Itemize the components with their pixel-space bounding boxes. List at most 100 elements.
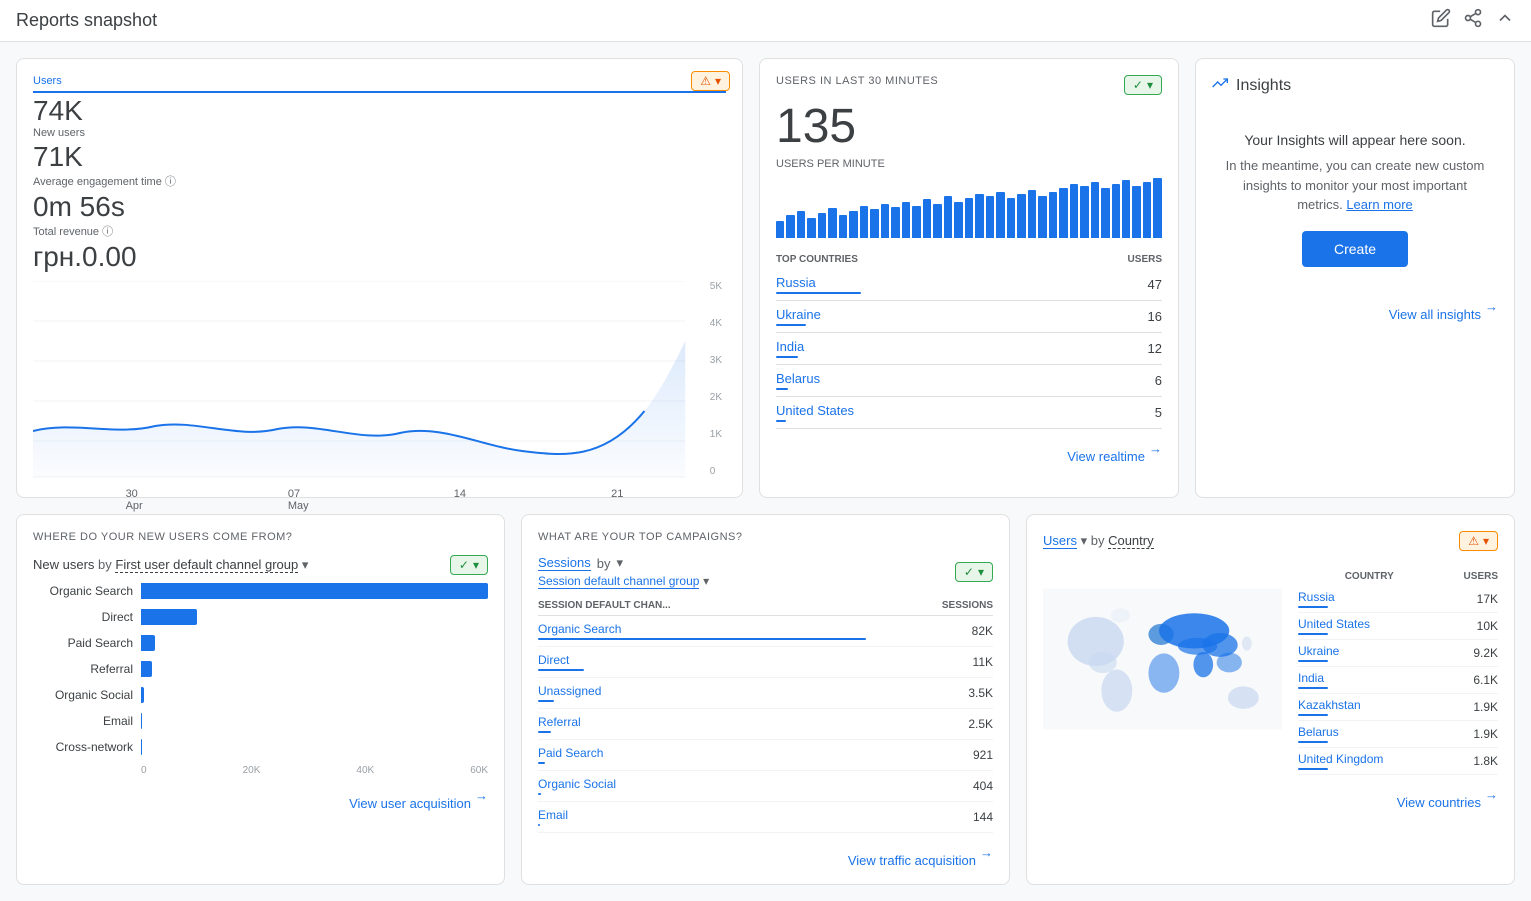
map-warning-icon: ⚠ [1468, 534, 1479, 548]
table-row: United States 5 [776, 397, 1162, 429]
new-users-metric: New users 71K [33, 127, 726, 173]
mini-bar [944, 196, 952, 238]
table-row: India 12 [776, 333, 1162, 365]
bar-track [141, 609, 488, 625]
create-button[interactable]: Create [1302, 231, 1408, 267]
mini-bar [1049, 192, 1057, 238]
dropdown-arrow[interactable]: ▾ [715, 74, 721, 88]
realtime-users-count: 135 [776, 99, 1162, 154]
check-icon-3: ✓ [964, 565, 974, 579]
channel-group-link-2[interactable]: Session default channel group [538, 574, 699, 589]
view-all-insights-link[interactable]: View all insights [1389, 307, 1481, 322]
new-users-arrow: → [475, 788, 488, 811]
edit-icon[interactable] [1431, 8, 1451, 33]
bar-fill [141, 635, 155, 651]
horizontal-bar-chart: Organic Search Direct Paid Search Referr… [33, 583, 488, 755]
country-name[interactable]: India [776, 333, 1051, 365]
table-row: Belarus 6 [776, 365, 1162, 397]
users-dropdown[interactable]: ▾ [1081, 533, 1088, 548]
table-row: Russia 47 [776, 269, 1162, 301]
revenue-info-icon[interactable]: ⓘ [102, 226, 113, 238]
channel-dropdown-icon[interactable]: ▾ [302, 557, 309, 572]
channel-dropdown-2[interactable]: ▾ [703, 574, 709, 588]
realtime-card-footer: View realtime → [776, 441, 1162, 464]
share-icon[interactable] [1463, 8, 1483, 33]
avg-engagement-value: 0m 56s [33, 191, 726, 223]
country-value: 16 [1051, 301, 1162, 333]
mini-bar [807, 218, 815, 238]
map-country-value: 9.2K [1441, 640, 1499, 667]
map-country-name[interactable]: Belarus [1298, 721, 1441, 748]
map-country-name[interactable]: Russia [1298, 586, 1441, 613]
map-country-name[interactable]: Kazakhstan [1298, 694, 1441, 721]
sessions-dropdown[interactable]: ▾ [616, 555, 623, 571]
table-row: United Kingdom 1.8K [1298, 748, 1498, 775]
channel-name[interactable]: Referral [538, 709, 866, 740]
world-map-svg [1043, 559, 1282, 759]
campaigns-dropdown[interactable]: ▾ [978, 565, 984, 579]
view-realtime-link[interactable]: View realtime [1067, 449, 1145, 464]
view-user-acquisition-link[interactable]: View user acquisition [349, 796, 471, 811]
campaigns-check-badge: ✓ ▾ [955, 562, 993, 582]
axis-0: 0 [141, 765, 147, 776]
top-row: Users 74K New users 71K Average engageme… [16, 58, 1515, 498]
mini-bar [797, 211, 805, 238]
map-country-name[interactable]: United Kingdom [1298, 748, 1441, 775]
channel-name[interactable]: Paid Search [538, 740, 866, 771]
map-country-header: COUNTRY [1298, 567, 1441, 586]
map-users-header: USERS [1441, 567, 1499, 586]
check-icon: ✓ [1133, 78, 1143, 92]
mini-bar [860, 206, 868, 239]
h-bar-row: Organic Social [33, 687, 488, 703]
map-country-name[interactable]: Ukraine [1298, 640, 1441, 667]
view-traffic-acquisition-link[interactable]: View traffic acquisition [848, 853, 976, 868]
warning-badge: ⚠ ▾ [691, 71, 730, 91]
new-users-label[interactable]: New users [33, 127, 726, 139]
h-bar-row: Email [33, 713, 488, 729]
channel-group-link[interactable]: First user default channel group [115, 557, 298, 573]
list-item: Unassigned 3.5K [538, 678, 993, 709]
page-header: Reports snapshot [0, 0, 1531, 42]
map-country-name[interactable]: India [1298, 667, 1441, 694]
bar-axis: 0 20K 40K 60K [141, 765, 488, 776]
bar-track [141, 739, 488, 755]
mini-bar [839, 215, 847, 238]
country-name[interactable]: Russia [776, 269, 1051, 301]
users-link[interactable]: Users [1043, 533, 1077, 549]
view-countries-link[interactable]: View countries [1397, 795, 1481, 810]
bar-fill [141, 687, 144, 703]
map-country-name[interactable]: United States [1298, 613, 1441, 640]
info-icon[interactable]: ⓘ [165, 176, 176, 188]
learn-more-link[interactable]: Learn more [1346, 197, 1412, 212]
mini-bar [933, 204, 941, 238]
h-bar-row: Organic Search [33, 583, 488, 599]
country-link[interactable]: Country [1108, 533, 1154, 549]
channel-name[interactable]: Unassigned [538, 678, 866, 709]
mini-bar [776, 221, 784, 238]
line-chart-svg [33, 281, 726, 481]
mini-bar [881, 204, 889, 238]
channel-name[interactable]: Email [538, 802, 866, 833]
users-label[interactable]: Users [33, 75, 726, 93]
map-dropdown[interactable]: ▾ [1483, 534, 1489, 548]
more-icon[interactable] [1495, 8, 1515, 33]
mini-bar [891, 207, 899, 238]
mini-bar [849, 211, 857, 238]
mini-bar [870, 209, 878, 238]
country-name[interactable]: United States [776, 397, 1051, 429]
new-users-dropdown[interactable]: ▾ [473, 558, 479, 572]
bar-fill [141, 583, 488, 599]
country-name[interactable]: Ukraine [776, 301, 1051, 333]
channel-name[interactable]: Organic Search [538, 616, 866, 647]
list-item: Direct 11K [538, 647, 993, 678]
realtime-dropdown[interactable]: ▾ [1147, 78, 1153, 92]
channel-name[interactable]: Organic Social [538, 771, 866, 802]
channel-name[interactable]: Direct [538, 647, 866, 678]
sessions-link[interactable]: Sessions [538, 555, 591, 571]
table-row: Belarus 1.9K [1298, 721, 1498, 748]
main-content: Users 74K New users 71K Average engageme… [0, 42, 1531, 901]
mini-bar [965, 198, 973, 238]
country-name[interactable]: Belarus [776, 365, 1051, 397]
sessions-by: by [597, 556, 611, 571]
session-value: 11K [866, 647, 993, 678]
